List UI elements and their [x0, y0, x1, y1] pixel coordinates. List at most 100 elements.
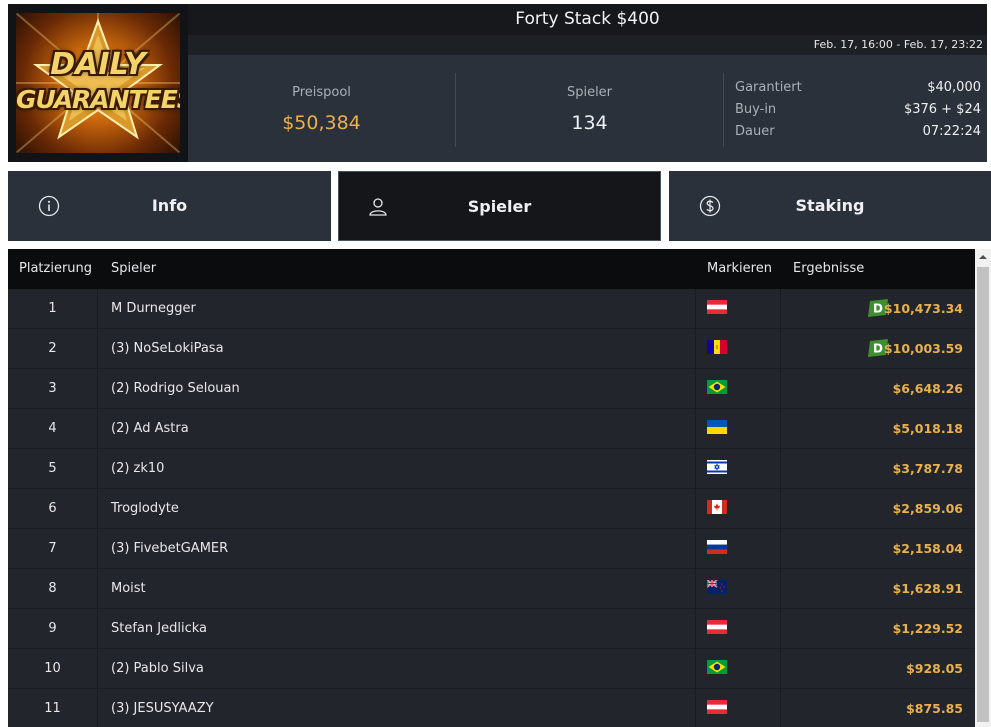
- row-flag: [695, 329, 781, 369]
- results-table: Platzierung Spieler Markieren Ergebnisse…: [8, 249, 975, 727]
- row-flag: [695, 609, 781, 649]
- row-result: $875.85: [906, 701, 963, 716]
- tournament-title: Forty Stack $400: [188, 4, 987, 35]
- tab-info-label: Info: [151, 196, 188, 215]
- scroll-up-arrow-icon[interactable]: [975, 249, 991, 265]
- row-rank: 1: [8, 289, 98, 329]
- tab-staking[interactable]: Staking: [669, 171, 991, 241]
- prizepool-value: $50,384: [282, 112, 361, 134]
- daily-guarantees-logo: DAILY GUARANTEES: [16, 13, 180, 153]
- table-row[interactable]: 8 Moist $1,628.91: [8, 569, 975, 609]
- tab-info[interactable]: Info: [8, 171, 331, 241]
- row-player-name[interactable]: Moist: [111, 569, 691, 609]
- row-flag: [695, 449, 781, 489]
- row-rank: 5: [8, 449, 98, 489]
- table-row[interactable]: 11 (3) JESUSYAAZY $875.85: [8, 689, 975, 727]
- row-rank: 11: [8, 689, 98, 727]
- row-result: $10,473.34: [883, 301, 963, 316]
- row-flag: [695, 289, 781, 329]
- players-value: 134: [571, 112, 608, 134]
- row-player-name[interactable]: (2) Rodrigo Selouan: [111, 369, 691, 409]
- flag-brazil-icon: [707, 380, 727, 394]
- guaranteed-label: Garantiert: [735, 80, 802, 95]
- row-result: $5,018.18: [892, 421, 963, 436]
- header-rank[interactable]: Platzierung: [19, 249, 92, 289]
- row-rank: 8: [8, 569, 98, 609]
- table-row[interactable]: 7 (3) FivebetGAMER $2,158.04: [8, 529, 975, 569]
- table-row[interactable]: 10 (2) Pablo Silva $928.05: [8, 649, 975, 689]
- row-rank: 2: [8, 329, 98, 369]
- row-rank: 7: [8, 529, 98, 569]
- buyin-row: Buy-in $376 + $24: [735, 102, 981, 124]
- row-rank: 4: [8, 409, 98, 449]
- buyin-label: Buy-in: [735, 102, 777, 117]
- table-row[interactable]: 9 Stefan Jedlicka $1,229.52: [8, 609, 975, 649]
- tab-players[interactable]: Spieler: [338, 171, 661, 241]
- table-body: 1 M Durnegger D $10,473.34 2 (3) NoSeLok…: [8, 289, 975, 727]
- row-player-name[interactable]: (3) FivebetGAMER: [111, 529, 691, 569]
- row-player-name[interactable]: Stefan Jedlicka: [111, 609, 691, 649]
- flag-russia-icon: [707, 540, 727, 554]
- table-row[interactable]: 6 Troglodyte $2,859.06: [8, 489, 975, 529]
- row-flag: [695, 569, 781, 609]
- tournament-dates: Feb. 17, 16:00 - Feb. 17, 23:22: [188, 35, 987, 55]
- flag-ukraine-icon: [707, 420, 727, 434]
- row-rank: 3: [8, 369, 98, 409]
- buyin-value: $376 + $24: [903, 102, 981, 117]
- players-label: Spieler: [566, 85, 613, 100]
- prizepool-label: Preispool: [292, 85, 351, 100]
- row-result: $2,158.04: [892, 541, 963, 556]
- row-result: $6,648.26: [892, 381, 963, 396]
- row-flag: [695, 409, 781, 449]
- table-row[interactable]: 1 M Durnegger D $10,473.34: [8, 289, 975, 329]
- header-flag[interactable]: Markieren: [707, 249, 772, 289]
- duration-label: Dauer: [735, 124, 775, 139]
- row-result: $1,229.52: [892, 621, 963, 636]
- table-header: Platzierung Spieler Markieren Ergebnisse: [8, 249, 975, 289]
- guaranteed-value: $40,000: [927, 80, 981, 95]
- flag-brazil-icon: [707, 660, 727, 674]
- row-flag: [695, 689, 781, 727]
- table-row[interactable]: 2 (3) NoSeLokiPasa D $10,003.59: [8, 329, 975, 369]
- row-player-name[interactable]: M Durnegger: [111, 289, 691, 329]
- flag-austria-icon: [707, 620, 727, 634]
- header-result[interactable]: Ergebnisse: [793, 249, 864, 289]
- guaranteed-row: Garantiert $40,000: [735, 80, 981, 102]
- row-result: $10,003.59: [883, 341, 963, 356]
- flag-canada-icon: [707, 500, 727, 514]
- row-result: $2,859.06: [892, 501, 963, 516]
- row-player-name[interactable]: (3) NoSeLokiPasa: [111, 329, 691, 369]
- logo-text-guarantees: GUARANTEES: [16, 85, 180, 114]
- logo-text-daily: DAILY: [50, 47, 146, 82]
- row-result: $3,787.78: [892, 461, 963, 476]
- row-flag: [695, 649, 781, 689]
- flag-israel-icon: [707, 460, 727, 474]
- players-stat: Spieler 134: [456, 55, 723, 162]
- row-player-name[interactable]: (2) Ad Astra: [111, 409, 691, 449]
- scrollbar-thumb[interactable]: [977, 267, 989, 722]
- row-player-name[interactable]: (3) JESUSYAAZY: [111, 689, 691, 727]
- tournament-stats: Preispool $50,384 Spieler 134 Garantiert…: [188, 55, 987, 162]
- stat-divider: [723, 73, 724, 147]
- row-flag: [695, 489, 781, 529]
- row-result: $1,628.91: [892, 581, 963, 596]
- table-scrollbar[interactable]: [975, 249, 991, 727]
- table-row[interactable]: 3 (2) Rodrigo Selouan $6,648.26: [8, 369, 975, 409]
- row-rank: 6: [8, 489, 98, 529]
- duration-row: Dauer 07:22:24: [735, 124, 981, 146]
- row-flag: [695, 529, 781, 569]
- header-player[interactable]: Spieler: [111, 249, 156, 289]
- row-player-name[interactable]: (2) Pablo Silva: [111, 649, 691, 689]
- flag-new-zealand-icon: [707, 580, 727, 594]
- row-rank: 9: [8, 609, 98, 649]
- row-player-name[interactable]: Troglodyte: [111, 489, 691, 529]
- tab-players-label: Spieler: [467, 197, 532, 216]
- table-row[interactable]: 5 (2) zk10 $3,787.78: [8, 449, 975, 489]
- duration-value: 07:22:24: [922, 124, 981, 139]
- tab-staking-label: Staking: [795, 196, 865, 215]
- row-player-name[interactable]: (2) zk10: [111, 449, 691, 489]
- flag-austria-icon: [707, 700, 727, 714]
- row-rank: 10: [8, 649, 98, 689]
- table-row[interactable]: 4 (2) Ad Astra $5,018.18: [8, 409, 975, 449]
- row-result: $928.05: [906, 661, 963, 676]
